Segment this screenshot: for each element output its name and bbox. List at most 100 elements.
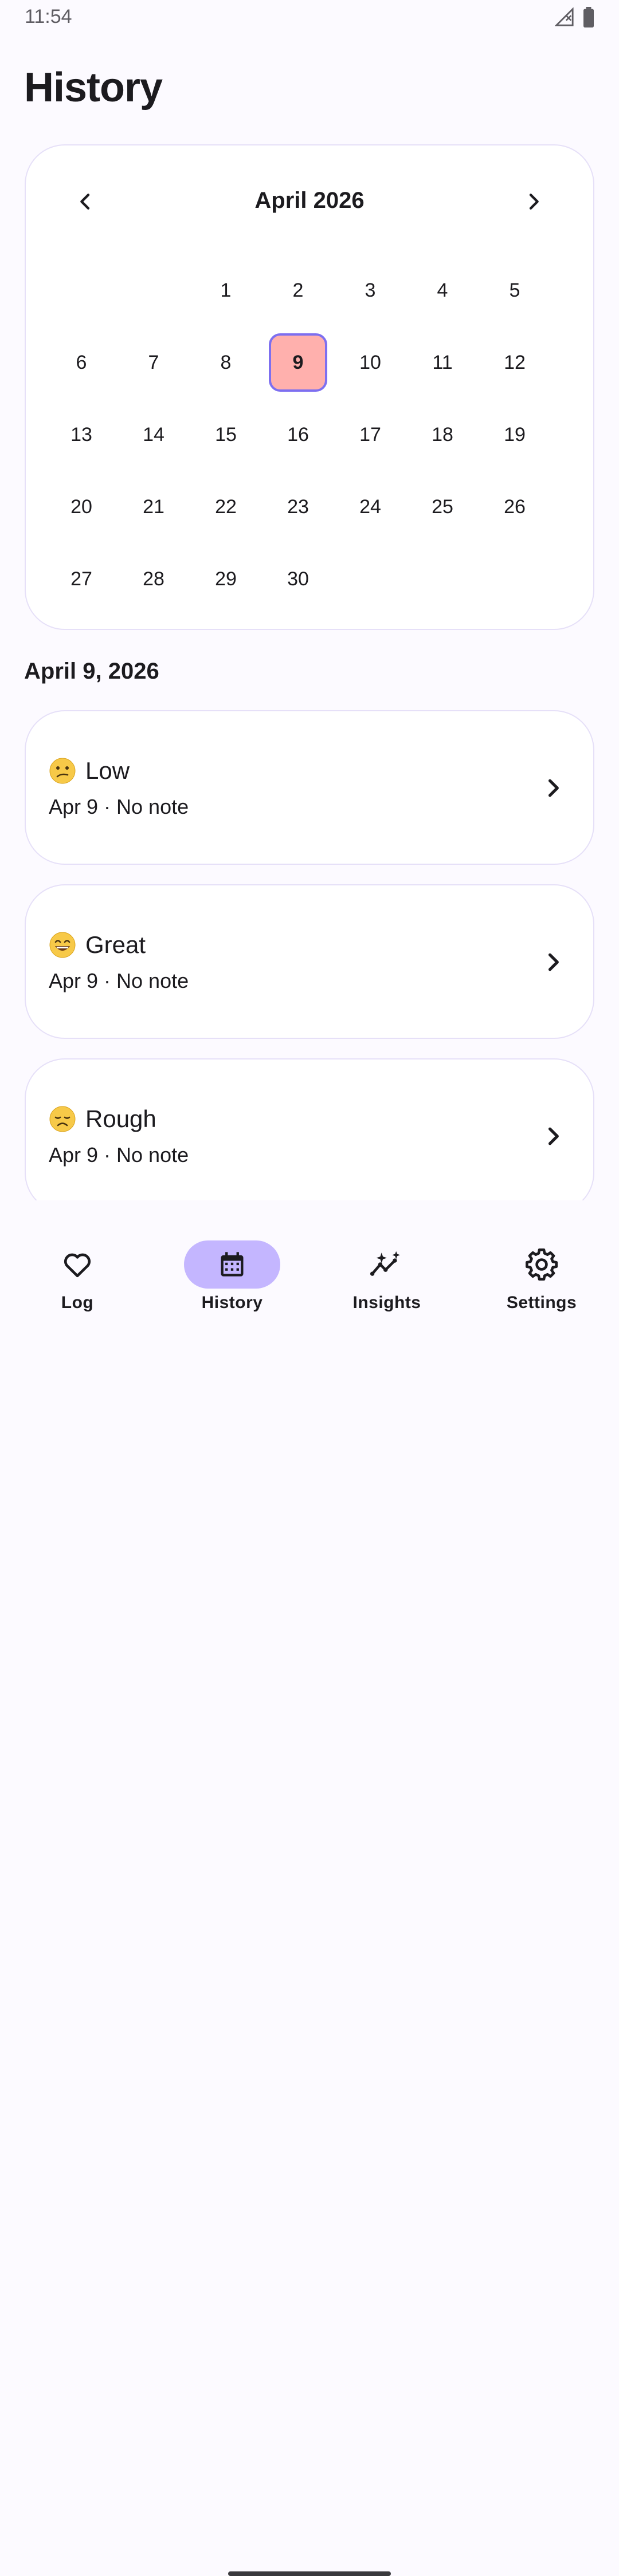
calendar-day[interactable]: 22 bbox=[190, 471, 262, 543]
entry-subtitle: Apr 9 · No note bbox=[49, 1143, 189, 1167]
calendar-day-number: 4 bbox=[437, 279, 448, 301]
chevron-right-icon bbox=[548, 1127, 559, 1145]
calendar-day[interactable]: 13 bbox=[45, 399, 117, 471]
page-title: History bbox=[24, 65, 163, 111]
calendar-day-number: 13 bbox=[70, 423, 92, 446]
calendar-day-number: 20 bbox=[70, 495, 92, 518]
selected-date-heading: April 9, 2026 bbox=[24, 659, 159, 684]
calendar-day[interactable]: 25 bbox=[406, 471, 479, 543]
calendar-day-number: 27 bbox=[70, 568, 92, 590]
calendar-day[interactable]: 30 bbox=[262, 543, 334, 615]
calendar-day-selected[interactable]: 9 bbox=[262, 326, 334, 399]
calendar-day[interactable]: 18 bbox=[406, 399, 479, 471]
entry-subtitle: Apr 9 · No note bbox=[49, 969, 189, 992]
calendar-day[interactable]: 17 bbox=[334, 399, 406, 471]
calendar-day[interactable]: 20 bbox=[45, 471, 117, 543]
calendar-blank-cell bbox=[117, 254, 190, 326]
calendar-month-label: April 2026 bbox=[254, 188, 365, 213]
status-icons bbox=[555, 7, 595, 27]
calendar-day[interactable]: 15 bbox=[190, 399, 262, 471]
calendar-day-number: 18 bbox=[432, 423, 453, 446]
calendar-day[interactable]: 27 bbox=[45, 543, 117, 615]
calendar-day[interactable]: 1 bbox=[190, 254, 262, 326]
heart-icon bbox=[64, 1253, 91, 1278]
calendar-day[interactable]: 28 bbox=[117, 543, 190, 615]
calendar-day-number: 12 bbox=[504, 351, 526, 373]
calendar-day-number: 26 bbox=[504, 495, 526, 518]
entry-title: Great bbox=[49, 931, 146, 959]
chevron-right-icon bbox=[548, 953, 559, 971]
calendar-day[interactable]: 12 bbox=[479, 326, 551, 399]
calendar-day[interactable]: 3 bbox=[334, 254, 406, 326]
status-bar: 11:54 bbox=[0, 0, 619, 36]
calendar-day-number: 3 bbox=[365, 279, 376, 301]
sparkle-chart-icon bbox=[370, 1251, 401, 1276]
calendar-blank-cell bbox=[45, 254, 117, 326]
calendar-day-number: 7 bbox=[148, 351, 159, 373]
calendar-day-number: 29 bbox=[215, 568, 237, 590]
calendar-day[interactable]: 10 bbox=[334, 326, 406, 399]
nav-label: Settings bbox=[506, 1293, 577, 1312]
calendar-day[interactable]: 23 bbox=[262, 471, 334, 543]
calendar-day[interactable]: 19 bbox=[479, 399, 551, 471]
chevron-right-icon bbox=[529, 194, 539, 210]
calendar-day[interactable]: 14 bbox=[117, 399, 190, 471]
calendar-day-number: 16 bbox=[287, 423, 309, 446]
status-time: 11:54 bbox=[25, 6, 72, 27]
calendar-grid: 1 2 3 4 5 6 7 8 9 10 11 12 13 14 15 16 17 18 19 20 21 22 23 24 2… bbox=[45, 254, 551, 615]
calendar-day[interactable]: 24 bbox=[334, 471, 406, 543]
nav-label: Insights bbox=[352, 1293, 421, 1312]
calendar-day[interactable]: 16 bbox=[262, 399, 334, 471]
calendar-day[interactable]: 4 bbox=[406, 254, 479, 326]
calendar-icon bbox=[221, 1252, 244, 1277]
nav-item-settings[interactable]: Settings bbox=[464, 1240, 619, 1321]
calendar-day[interactable]: 21 bbox=[117, 471, 190, 543]
calendar-day-number: 19 bbox=[504, 423, 526, 446]
calendar-day-number: 10 bbox=[359, 351, 381, 373]
calendar-day[interactable]: 7 bbox=[117, 326, 190, 399]
gear-icon bbox=[526, 1248, 558, 1281]
nav-label: History bbox=[201, 1293, 263, 1312]
calendar-day-number: 28 bbox=[143, 568, 164, 590]
calendar-day[interactable]: 8 bbox=[190, 326, 262, 399]
calendar-day-number: 6 bbox=[76, 351, 87, 373]
nav-pill bbox=[493, 1240, 590, 1289]
calendar-day[interactable]: 29 bbox=[190, 543, 262, 615]
mood-entry-card[interactable]: Low Apr 9 · No note bbox=[25, 710, 594, 865]
calendar-day[interactable]: 5 bbox=[479, 254, 551, 326]
grinning-face-icon bbox=[49, 932, 76, 958]
mood-entry-card[interactable]: Rough Apr 9 · No note bbox=[25, 1058, 594, 1200]
entry-mood-label: Low bbox=[85, 757, 130, 784]
nav-item-history[interactable]: History bbox=[155, 1240, 310, 1321]
entry-title: Rough bbox=[49, 1105, 156, 1133]
calendar-day[interactable]: 6 bbox=[45, 326, 117, 399]
calendar-day-number: 17 bbox=[359, 423, 381, 446]
calendar-day-number: 25 bbox=[432, 495, 453, 518]
entry-mood-label: Great bbox=[85, 931, 146, 958]
calendar-day-number: 11 bbox=[432, 351, 453, 373]
battery-icon bbox=[583, 7, 594, 27]
nav-item-insights[interactable]: Insights bbox=[310, 1240, 464, 1321]
calendar-day[interactable]: 26 bbox=[479, 471, 551, 543]
entry-title: Low bbox=[49, 757, 130, 785]
nav-item-log[interactable]: Log bbox=[0, 1240, 155, 1321]
confused-face-icon bbox=[49, 758, 76, 784]
bottom-navigation: Log History Insights Settings bbox=[0, 1218, 619, 2576]
calendar-day-number: 9 bbox=[269, 333, 327, 392]
entry-mood-label: Rough bbox=[85, 1105, 156, 1132]
calendar-day-number: 15 bbox=[215, 423, 237, 446]
calendar-day-number: 30 bbox=[287, 568, 309, 590]
entry-subtitle: Apr 9 · No note bbox=[49, 795, 189, 818]
calendar-day[interactable]: 11 bbox=[406, 326, 479, 399]
next-month-button[interactable] bbox=[511, 179, 557, 224]
calendar-day-number: 1 bbox=[220, 279, 232, 301]
calendar-day-number: 2 bbox=[292, 279, 304, 301]
calendar-day-number: 14 bbox=[143, 423, 164, 446]
calendar-day[interactable]: 2 bbox=[262, 254, 334, 326]
mood-entry-card[interactable]: Great Apr 9 · No note bbox=[25, 884, 594, 1039]
nav-pill bbox=[29, 1240, 126, 1289]
nav-label: Log bbox=[61, 1293, 94, 1312]
nav-pill bbox=[339, 1240, 435, 1289]
calendar-day-number: 8 bbox=[220, 351, 232, 373]
calendar-day-number: 23 bbox=[287, 495, 309, 518]
